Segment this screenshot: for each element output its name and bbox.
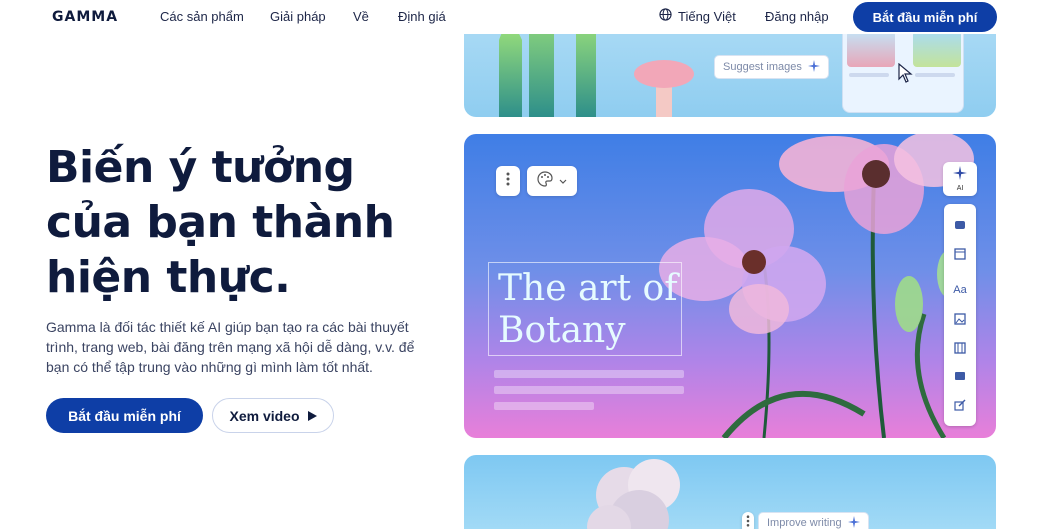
- nav-pricing[interactable]: Định giá: [398, 9, 446, 24]
- placeholder-line: [849, 73, 889, 77]
- edit-icon[interactable]: [952, 397, 968, 413]
- layout-icon[interactable]: [952, 246, 968, 262]
- placeholder-line: [494, 386, 684, 394]
- nav-solutions[interactable]: Giải pháp: [270, 9, 326, 24]
- improve-writing-label: Improve writing: [767, 517, 842, 529]
- ai-badge: AI: [956, 185, 964, 192]
- preview-card-writing: Improve writing: [464, 455, 996, 529]
- language-label: Tiếng Việt: [678, 8, 736, 24]
- palette-icon: [537, 170, 553, 192]
- watch-video-button[interactable]: Xem video: [212, 398, 334, 433]
- globe-icon: [659, 8, 672, 24]
- login-link[interactable]: Đăng nhập: [765, 9, 829, 24]
- video-icon[interactable]: [952, 340, 968, 356]
- placeholder-line: [494, 402, 594, 410]
- card-options-button[interactable]: [742, 512, 754, 529]
- more-vertical-icon: [506, 172, 510, 191]
- sparkle-icon: [807, 59, 820, 75]
- chevron-down-icon: [559, 172, 567, 190]
- cloud-illustration: [587, 459, 680, 529]
- sparkle-icon: [847, 515, 860, 529]
- start-free-button[interactable]: Bắt đầu miễn phí: [46, 398, 203, 433]
- image-thumbnail[interactable]: [913, 31, 961, 67]
- suggest-images-chip[interactable]: Suggest images: [714, 55, 829, 79]
- text-format-icon[interactable]: Aa: [952, 282, 968, 298]
- nav-about[interactable]: Về: [353, 9, 369, 24]
- gamma-logo[interactable]: GAMMA: [52, 9, 118, 25]
- sparkle-icon: [953, 166, 967, 185]
- theme-picker-button[interactable]: [527, 166, 577, 196]
- card-toolbar: Aa: [944, 204, 976, 426]
- image-icon[interactable]: [952, 311, 968, 327]
- language-selector[interactable]: Tiếng Việt: [659, 8, 736, 24]
- placeholder-line: [915, 73, 955, 77]
- start-free-button-header[interactable]: Bắt đầu miễn phí: [853, 2, 997, 32]
- cursor-icon: [898, 62, 914, 88]
- preview-card-botany: AI Aa The art of Botany: [464, 134, 996, 438]
- card-title[interactable]: The art of Botany: [498, 268, 688, 352]
- suggest-images-label: Suggest images: [723, 61, 802, 73]
- hero-title: Biến ý tưởng của bạn thành hiện thực.: [46, 142, 395, 303]
- ai-assist-button[interactable]: AI: [943, 162, 977, 196]
- card-style-icon[interactable]: [952, 216, 968, 232]
- play-icon: [307, 408, 317, 424]
- more-vertical-icon: [746, 514, 750, 529]
- image-thumbnail[interactable]: [847, 31, 895, 67]
- card-options-button[interactable]: [496, 166, 520, 196]
- improve-writing-chip[interactable]: Improve writing: [758, 512, 869, 529]
- watch-video-label: Xem video: [229, 407, 300, 424]
- placeholder-line: [494, 370, 684, 378]
- site-header: GAMMA Các sản phẩm Giải pháp Về Định giá…: [0, 0, 1049, 34]
- hero-description: Gamma là đối tác thiết kế AI giúp bạn tạ…: [46, 319, 415, 375]
- embed-icon[interactable]: [952, 368, 968, 384]
- nav-products[interactable]: Các sản phẩm: [160, 9, 244, 24]
